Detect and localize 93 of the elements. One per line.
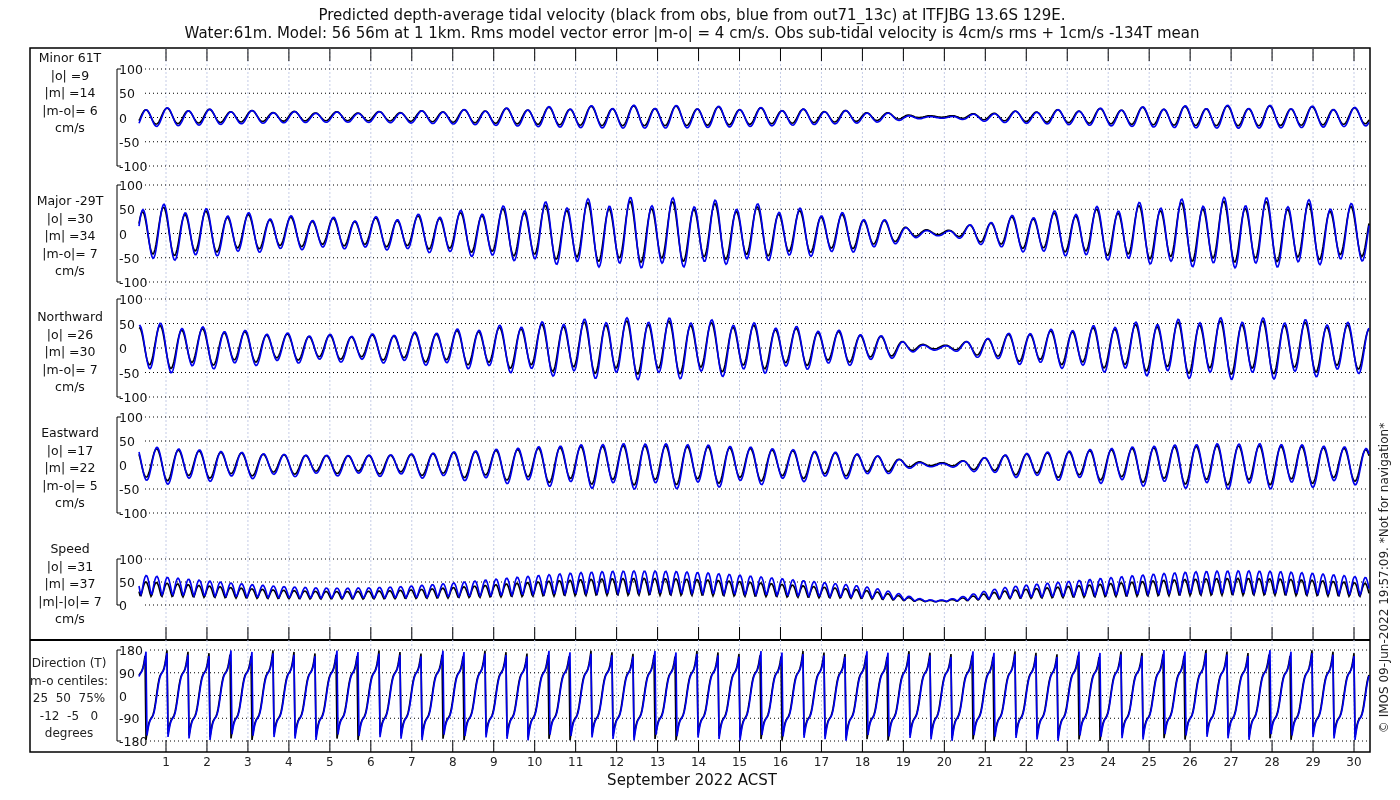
y-tick-label: -50 bbox=[119, 365, 140, 381]
panel-label: |o| =30 bbox=[46, 210, 94, 226]
y-tick-label: -50 bbox=[119, 482, 140, 497]
panel-label: |o| =17 bbox=[46, 442, 94, 458]
panel-label: degrees bbox=[44, 726, 94, 740]
y-tick-label: -100 bbox=[119, 275, 148, 290]
y-tick-label: -100 bbox=[119, 506, 148, 521]
y-tick-label: 180 bbox=[119, 643, 143, 658]
y-tick-label: -100 bbox=[119, 390, 148, 405]
y-tick-label: 0 bbox=[119, 341, 127, 356]
chart-subtitle: Water:61m. Model: 56 56m at 1 1km. Rms model vector error |m-o| = 4 cm/s. Obs sub-tidal velocity is 4cm/s rms + 1cm/s -134T mean bbox=[184, 24, 1200, 42]
y-tick-label: 0 bbox=[119, 110, 127, 126]
y-tick-label: 50 bbox=[119, 434, 135, 449]
y-tick-label: 100 bbox=[119, 410, 143, 425]
panel-label: |o| =9 bbox=[50, 67, 90, 83]
x-tick-label: 8 bbox=[448, 755, 457, 769]
panel-label: |m-o|= 7 bbox=[42, 245, 98, 261]
x-tick-label: 5 bbox=[326, 755, 334, 769]
panel-label: 25 50 75% bbox=[32, 691, 106, 705]
panel-label: cm/s bbox=[55, 611, 85, 626]
panel-label: |o| =26 bbox=[46, 326, 94, 342]
panel-label: |m| =22 bbox=[44, 460, 96, 475]
x-tick-label: 16 bbox=[772, 755, 789, 769]
panel-label: -12 -5 0 bbox=[39, 708, 99, 723]
y-tick-label: 50 bbox=[119, 575, 135, 590]
y-tick-label: 0 bbox=[119, 458, 127, 473]
y-tick-label: 50 bbox=[119, 202, 135, 218]
panel-label: |m| =34 bbox=[44, 228, 96, 243]
panel-label: |m|-|o|= 7 bbox=[38, 593, 102, 609]
x-tick-label: 2 bbox=[203, 755, 211, 769]
x-tick-label: 28 bbox=[1264, 755, 1280, 769]
x-tick-label: 27 bbox=[1223, 755, 1239, 769]
y-axis bbox=[116, 558, 122, 606]
y-tick-label: -100 bbox=[119, 159, 148, 174]
y-tick-label: 0 bbox=[119, 598, 127, 613]
x-tick-label: 22 bbox=[1018, 755, 1034, 769]
panel-label: cm/s bbox=[55, 263, 85, 278]
x-tick-label: 20 bbox=[936, 755, 952, 769]
panel-label: cm/s bbox=[55, 495, 85, 510]
y-tick-label: 100 bbox=[119, 292, 143, 307]
x-tick-label: 14 bbox=[690, 755, 707, 769]
x-tick-label: 29 bbox=[1305, 755, 1321, 769]
panel-label: |m-o|= 6 bbox=[42, 102, 98, 118]
y-tick-label: 100 bbox=[119, 178, 143, 193]
panel-label: Eastward bbox=[41, 425, 99, 440]
y-tick-label: -50 bbox=[119, 134, 140, 150]
y-tick-label: 90 bbox=[119, 665, 135, 681]
x-tick-label: 26 bbox=[1182, 755, 1198, 769]
panel-label: |m| =14 bbox=[44, 85, 96, 100]
panel-label: Major -29T bbox=[36, 193, 104, 208]
x-tick-label: 25 bbox=[1141, 755, 1157, 769]
panel-label: cm/s bbox=[55, 120, 85, 135]
y-tick-label: -90 bbox=[119, 711, 140, 727]
x-tick-label: 13 bbox=[649, 755, 666, 769]
panel-label: Speed bbox=[50, 541, 90, 556]
y-tick-label: 0 bbox=[119, 688, 127, 704]
y-tick-label: 0 bbox=[119, 226, 127, 242]
x-tick-label: 4 bbox=[285, 755, 293, 769]
x-tick-label: 21 bbox=[977, 755, 993, 769]
y-tick-label: 50 bbox=[119, 316, 135, 332]
panel-label: Northward bbox=[37, 309, 103, 324]
x-tick-label: 17 bbox=[813, 755, 830, 769]
y-tick-label: -50 bbox=[119, 250, 140, 266]
panel-label: m-o centiles: bbox=[30, 673, 108, 688]
y-tick-label: 50 bbox=[119, 86, 135, 102]
y-tick-label: 100 bbox=[119, 552, 143, 567]
chart-title: Predicted depth-average tidal velocity (black from obs, blue from out71_13c) at ITFJBG 13.6S 129E. bbox=[318, 6, 1066, 24]
x-tick-label: 3 bbox=[244, 755, 252, 769]
copyright-notice: © IMOS 09-Jun-2022 19:57:09. *Not for navigation* bbox=[1377, 422, 1391, 734]
x-tick-label: 6 bbox=[367, 755, 375, 769]
x-tick-label: 11 bbox=[568, 755, 584, 769]
panel-label: |m| =30 bbox=[44, 344, 96, 359]
x-tick-label: 10 bbox=[527, 755, 543, 769]
x-tick-label: 15 bbox=[731, 755, 748, 769]
x-tick-label: 7 bbox=[407, 755, 416, 769]
panel-label: |m| =37 bbox=[44, 576, 96, 591]
y-tick-label: -180 bbox=[119, 734, 148, 749]
x-tick-label: 18 bbox=[854, 755, 871, 769]
x-tick-label: 30 bbox=[1346, 755, 1362, 769]
panel-label: Minor 61T bbox=[38, 50, 102, 65]
panel-label: |o| =31 bbox=[46, 558, 94, 574]
x-tick-label: 12 bbox=[609, 755, 625, 769]
y-tick-label: 100 bbox=[119, 62, 143, 77]
x-tick-label: 24 bbox=[1100, 755, 1116, 769]
panel-label: Direction (T) bbox=[31, 656, 107, 670]
x-tick-label: 1 bbox=[162, 755, 170, 769]
panel-label: cm/s bbox=[55, 379, 85, 394]
x-tick-label: 9 bbox=[489, 755, 498, 769]
panel-label: |m-o|= 5 bbox=[42, 477, 98, 493]
x-tick-label: 23 bbox=[1059, 755, 1075, 769]
x-tick-label: 19 bbox=[895, 755, 911, 769]
panel-label: |m-o|= 7 bbox=[42, 361, 98, 377]
x-axis-label: September 2022 ACST bbox=[607, 771, 777, 789]
